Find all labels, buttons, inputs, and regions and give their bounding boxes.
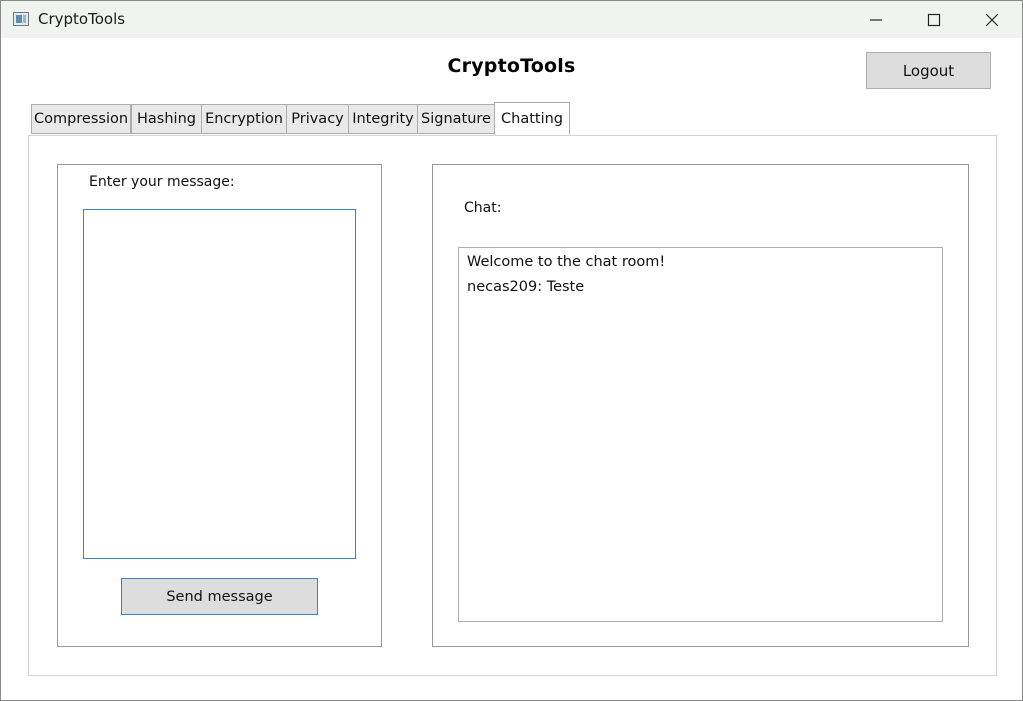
tab-chatting[interactable]: Chatting — [494, 102, 570, 135]
window-title: CryptoTools — [38, 10, 126, 28]
chat-label: Chat: — [464, 200, 502, 216]
tab-integrity[interactable]: Integrity — [348, 104, 418, 134]
tab-hashing[interactable]: Hashing — [131, 104, 202, 134]
send-message-button[interactable]: Send message — [121, 578, 318, 615]
maximize-button[interactable] — [905, 1, 963, 38]
app-window: CryptoTools CryptoTools Logout Compressi… — [0, 0, 1023, 701]
chat-message: Welcome to the chat room! — [467, 254, 666, 270]
maximize-icon — [927, 13, 941, 27]
tab-encryption[interactable]: Encryption — [201, 104, 287, 134]
title-bar[interactable]: CryptoTools — [1, 1, 1022, 38]
app-icon — [13, 12, 29, 26]
close-button[interactable] — [963, 1, 1021, 38]
tab-compression[interactable]: Compression — [31, 104, 131, 134]
logout-button[interactable]: Logout — [866, 52, 991, 89]
message-input[interactable] — [83, 209, 356, 559]
close-icon — [985, 13, 999, 27]
minimize-button[interactable] — [847, 1, 905, 38]
tab-privacy[interactable]: Privacy — [286, 104, 349, 134]
tab-signature[interactable]: Signature — [417, 104, 495, 134]
chat-message: necas209: Teste — [467, 279, 585, 295]
message-label: Enter your message: — [89, 174, 235, 190]
chat-log[interactable]: Welcome to the chat room! necas209: Test… — [458, 247, 943, 622]
minimize-icon — [870, 19, 882, 21]
